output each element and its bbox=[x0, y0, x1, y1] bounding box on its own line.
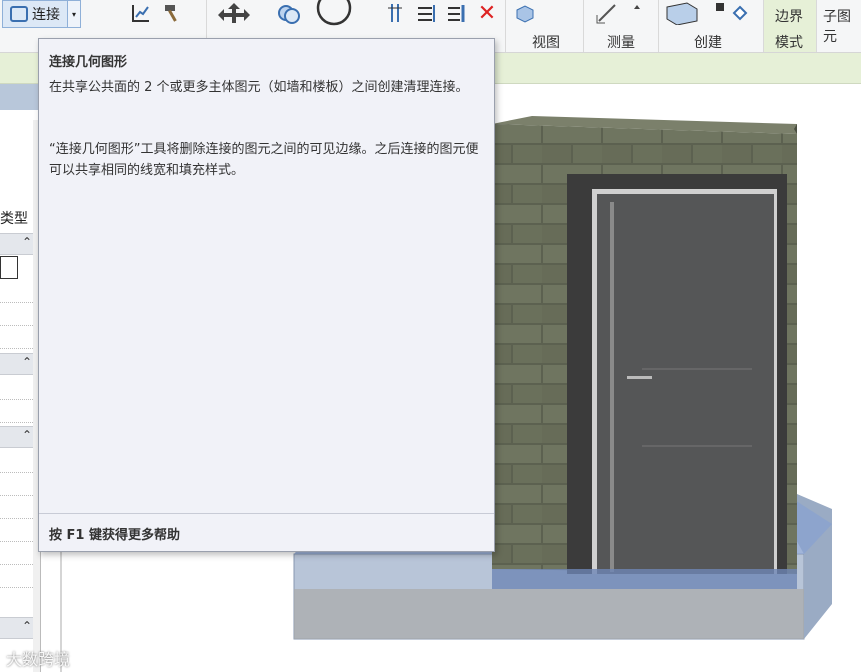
prop-row[interactable] bbox=[0, 399, 33, 423]
measure-panel-label: 测量 bbox=[607, 35, 635, 51]
door[interactable] bbox=[567, 174, 787, 574]
circle-icon[interactable] bbox=[314, 0, 354, 26]
tooltip-detail: “连接几何图形”工具将删除连接的图元之间的可见边缘。之后连接的图元便可以共享相同… bbox=[49, 142, 479, 178]
prop-row[interactable] bbox=[0, 564, 33, 588]
split-icon[interactable] bbox=[414, 0, 440, 26]
prop-row[interactable] bbox=[0, 495, 33, 519]
boundary-button[interactable]: 边界 bbox=[775, 6, 803, 26]
create-panel-label: 创建 bbox=[694, 35, 722, 51]
prop-row[interactable] bbox=[0, 518, 33, 542]
prop-row[interactable] bbox=[0, 541, 33, 565]
move-icon[interactable] bbox=[214, 0, 254, 26]
subregion-button[interactable]: 子图元 bbox=[823, 6, 861, 46]
prop-row[interactable] bbox=[0, 279, 33, 303]
watermark: 大数跨境 bbox=[6, 646, 70, 670]
prop-row[interactable] bbox=[0, 376, 33, 400]
align-icon[interactable] bbox=[382, 0, 408, 26]
prop-row[interactable] bbox=[0, 302, 33, 326]
create-part-icon[interactable] bbox=[662, 0, 702, 26]
join-icon bbox=[10, 6, 28, 22]
watermark-text: 大数跨境 bbox=[6, 650, 71, 669]
collapse-icon: ⌃ bbox=[21, 428, 32, 442]
prop-row[interactable] bbox=[0, 325, 33, 349]
tooltip-title: 连接几何图形 bbox=[49, 55, 128, 70]
collapse-icon: ⌃ bbox=[21, 619, 32, 633]
properties-title-bar bbox=[0, 84, 40, 110]
offset-circles-icon[interactable] bbox=[274, 0, 304, 26]
door-handle bbox=[627, 376, 652, 379]
collapse-icon: ⌃ bbox=[21, 235, 32, 249]
view-3d-icon[interactable] bbox=[510, 0, 540, 26]
collapse-icon: ⌃ bbox=[21, 355, 32, 369]
demolish-hammer-icon[interactable] bbox=[160, 0, 186, 26]
join-geometry-button[interactable]: 连接 bbox=[2, 0, 68, 28]
mode-panel-label: 模式 bbox=[775, 35, 803, 51]
prop-value-input[interactable] bbox=[0, 256, 18, 279]
prop-row[interactable] bbox=[0, 472, 33, 496]
create-assembly-icon[interactable] bbox=[708, 0, 752, 26]
measure-icon[interactable] bbox=[592, 0, 642, 26]
edit-chart-icon[interactable] bbox=[128, 0, 154, 26]
delete-icon[interactable]: ✕ bbox=[474, 0, 500, 26]
join-dropdown-arrow[interactable]: ▾ bbox=[67, 0, 81, 28]
tooltip: 连接几何图形 在共享公共面的 2 个或更多主体图元（如墙和楼板）之间创建清理连接… bbox=[38, 38, 495, 552]
prop-row[interactable] bbox=[0, 449, 33, 473]
join-button-label: 连接 bbox=[32, 7, 60, 23]
view-panel-label: 视图 bbox=[532, 35, 560, 51]
edit-type-label[interactable]: 编辑类型 bbox=[0, 208, 28, 228]
tooltip-divider bbox=[39, 513, 494, 514]
tooltip-description: 在共享公共面的 2 个或更多主体图元（如墙和楼板）之间创建清理连接。 bbox=[49, 80, 469, 95]
tooltip-help-hint: 按 F1 键获得更多帮助 bbox=[49, 528, 180, 543]
trim-icon[interactable] bbox=[444, 0, 470, 26]
